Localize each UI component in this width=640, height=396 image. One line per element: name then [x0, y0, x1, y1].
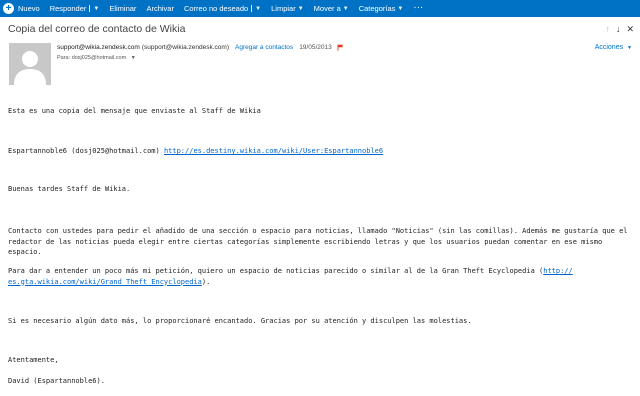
categories-button[interactable]: Categorías ▼ [354, 0, 409, 17]
body-paragraph: Espartannoble6 (dosj025@hotmail.com) htt… [8, 146, 383, 157]
body-paragraph: Atentamente, [8, 356, 59, 364]
gta-link[interactable]: es.gta.wikia.com/wiki/Grand_Theft_Encycl… [8, 278, 202, 286]
body-line: Contacto con ustedes para pedir el añadi… [8, 227, 628, 235]
message-date: 19/05/2013 [299, 44, 332, 51]
divider [251, 5, 253, 12]
delete-label: Eliminar [109, 4, 137, 13]
chevron-down-icon[interactable]: ▼ [131, 55, 136, 61]
reply-button[interactable]: Responder ▼ [45, 0, 105, 17]
junk-button[interactable]: Correo no deseado ▼ [179, 0, 266, 17]
recipient-email[interactable]: dosj025@hotmail.com [72, 55, 127, 61]
toolbar: + Nuevo Responder ▼ Eliminar Archivar Co… [0, 0, 640, 17]
chevron-down-icon: ▼ [297, 5, 304, 12]
move-to-button[interactable]: Mover a ▼ [309, 0, 354, 17]
body-text: ). [201, 277, 211, 286]
reply-label: Responder [49, 4, 87, 13]
move-label: Mover a [313, 4, 341, 13]
message-subject: Copia del correo de contacto de Wikia [8, 23, 186, 35]
actions-menu[interactable]: Acciones ▼ [595, 44, 632, 51]
body-paragraph: Para dar a entender un poco más mi petic… [8, 266, 573, 287]
body-paragraph: Si es necesario algún dato más, lo propo… [8, 317, 472, 325]
body-line: espacio. [8, 248, 42, 256]
previous-message-icon[interactable]: ↑ [605, 24, 610, 35]
chevron-down-icon[interactable]: ▼ [93, 6, 99, 12]
sender-email: (support@wikia.zendesk.com) [141, 44, 229, 51]
chevron-down-icon: ▼ [342, 5, 349, 12]
plus-icon: + [3, 3, 14, 14]
new-button[interactable]: + Nuevo [0, 0, 45, 17]
message-nav: ↑ ↓ ✕ [605, 24, 634, 35]
sweep-label: Limpiar [271, 4, 296, 13]
body-paragraph: Contacto con ustedes para pedir el añadi… [8, 226, 628, 258]
avatar [9, 43, 51, 85]
profile-link[interactable]: http://es.destiny.wikia.com/wiki/User:Es… [164, 147, 383, 155]
chevron-down-icon: ▼ [627, 45, 632, 51]
sweep-button[interactable]: Limpiar ▼ [266, 0, 309, 17]
chevron-down-icon[interactable]: ▼ [255, 6, 261, 12]
flag-icon[interactable] [337, 44, 344, 51]
add-contact-link[interactable]: Agregar a contactos [235, 44, 293, 51]
body-text: Espartannoble6 (dosj025@hotmail.com) [8, 147, 164, 155]
next-message-icon[interactable]: ↓ [616, 24, 621, 35]
body-paragraph: Buenas tardes Staff de Wikia. [8, 185, 131, 193]
archive-label: Archivar [146, 4, 174, 13]
to-label: Para: [57, 55, 71, 61]
sender-line: support@wikia.zendesk.com (support@wikia… [57, 44, 344, 51]
junk-label: Correo no deseado [183, 4, 249, 13]
delete-button[interactable]: Eliminar [104, 0, 141, 17]
body-line: redactor de las noticias pueda elegir en… [8, 237, 603, 246]
actions-label: Acciones [594, 44, 624, 51]
more-icon: ··· [413, 1, 424, 13]
more-button[interactable]: ··· [408, 0, 428, 17]
close-icon[interactable]: ✕ [626, 24, 634, 35]
person-silhouette-icon [9, 43, 51, 85]
sender-name[interactable]: support@wikia.zendesk.com [57, 44, 140, 51]
body-line: Para dar a entender un poco más mi petic… [8, 267, 544, 275]
chevron-down-icon: ▼ [397, 5, 404, 12]
body-paragraph: Esta es una copia del mensaje que envias… [8, 107, 261, 115]
categories-label: Categorías [358, 4, 396, 13]
divider [89, 5, 91, 12]
archive-button[interactable]: Archivar [141, 0, 179, 17]
gta-link[interactable]: http:// [543, 267, 573, 275]
new-label: Nuevo [18, 4, 40, 13]
body-paragraph: David (Espartannoble6). [8, 377, 105, 385]
recipient-line: Para: dosj025@hotmail.com ▼ [57, 55, 136, 61]
